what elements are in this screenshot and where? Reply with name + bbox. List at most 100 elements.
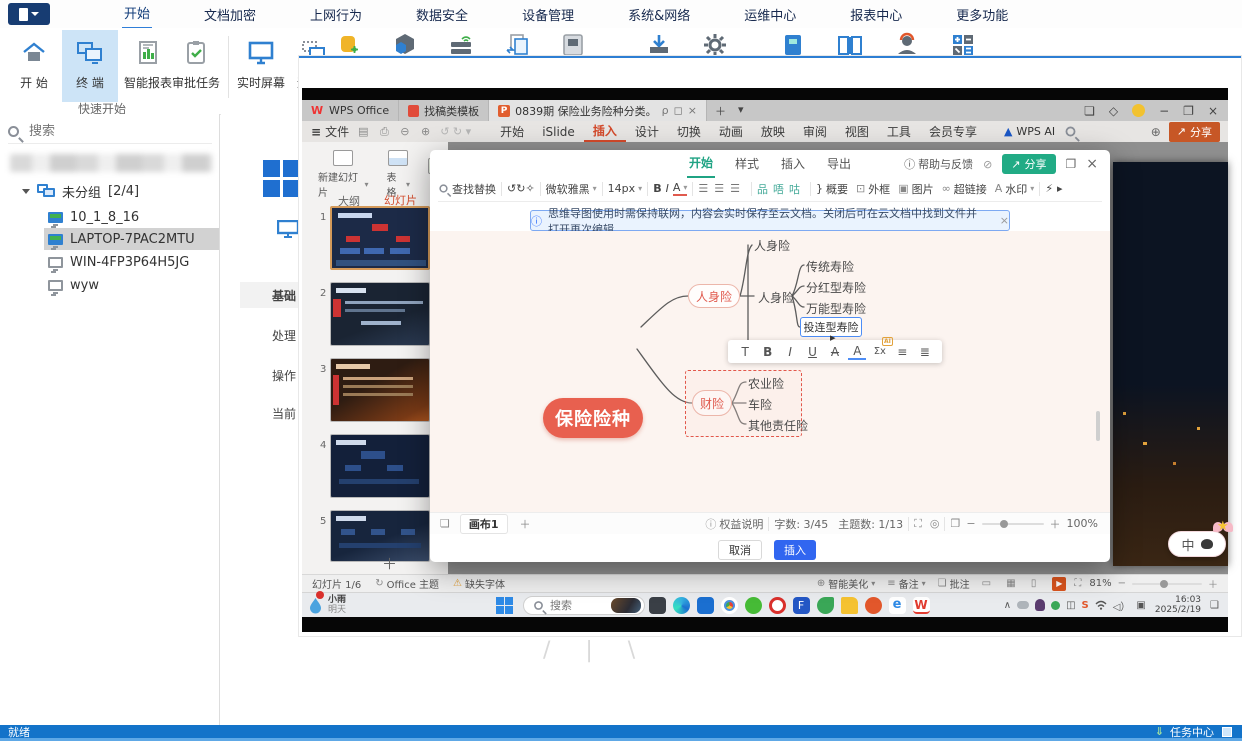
summary-button[interactable]: } 概要 [816, 181, 848, 197]
rights-info[interactable]: ⓘ 权益说明 [705, 516, 763, 532]
taskbar-search[interactable]: 搜索 [523, 595, 646, 615]
mindmap-node[interactable]: 人身险 [754, 237, 790, 254]
zoom-in-button[interactable]: ＋ [1050, 516, 1061, 532]
tab-list-caret[interactable]: ▾ [734, 100, 748, 121]
red-app-icon[interactable] [864, 596, 882, 614]
add-canvas-button[interactable]: ＋ [520, 516, 531, 532]
ribbon-home-button[interactable]: 开 始 [6, 30, 62, 102]
bold-button[interactable]: B [653, 182, 661, 195]
cancel-button[interactable]: 取消 [718, 540, 762, 560]
wps-search-icon[interactable] [1065, 126, 1076, 137]
tree-group-unassigned[interactable]: 未分组 [2/4] [22, 180, 139, 202]
quick-access-icons[interactable]: ▤ ⎙ ⊖ ⊕ [358, 125, 434, 139]
menu-item-web-behavior[interactable]: 上网行为 [308, 0, 364, 29]
toolbar-overflow-icon[interactable]: ▸ [1057, 182, 1063, 195]
book-icon[interactable] [780, 32, 806, 58]
text-style-button[interactable]: T [736, 345, 754, 359]
dialog-close-icon[interactable]: × [1086, 156, 1098, 172]
view-mode-icons[interactable]: ▭ ▦ ▯ [982, 578, 1043, 589]
wps-share-button[interactable]: ↗ 分享 [1168, 121, 1220, 142]
mindmap-node[interactable]: 人身险 [758, 289, 794, 306]
support-agent-icon[interactable] [894, 32, 920, 58]
zoom-level[interactable]: 81% [1089, 578, 1111, 589]
font-color-button[interactable]: A ▾ [672, 181, 688, 196]
chevron-down-icon[interactable] [22, 188, 30, 194]
mindmap-node[interactable]: 传统寿险 [806, 258, 854, 275]
skin-icon[interactable]: ◇ [1109, 104, 1118, 118]
mindmap-branch-property[interactable]: 财险 [692, 390, 732, 416]
comment-bubble-icon[interactable]: ◻ [674, 104, 683, 117]
bullet-list-button[interactable]: ≡ [893, 345, 911, 359]
font-color-button[interactable]: A [848, 344, 867, 360]
wechat-icon[interactable] [744, 596, 762, 614]
mindmap-root-node[interactable]: 保险险种 [543, 398, 643, 438]
menu-item-home[interactable]: 开始 [122, 0, 153, 30]
fit-view-icon[interactable]: ⛶ [914, 517, 922, 531]
mindmap-node[interactable]: 其他责任险 [748, 417, 808, 434]
wps-menu-view[interactable]: 视图 [836, 123, 878, 140]
restore-button[interactable]: ❐ [1183, 104, 1194, 118]
edge-icon[interactable] [672, 596, 690, 614]
layers-icon[interactable]: ❏ [440, 517, 450, 530]
store-icon[interactable] [696, 596, 714, 614]
tab-close-icon[interactable]: × [688, 104, 697, 117]
ribbon-live-screen-button[interactable]: 实时屏幕 [232, 30, 290, 102]
menu-item-report-center[interactable]: 报表中心 [848, 0, 904, 29]
leaf-app-icon[interactable] [816, 596, 834, 614]
device-row[interactable]: WIN-4FP3P64H5JG [48, 251, 189, 273]
dialog-tab-export[interactable]: 导出 [825, 150, 853, 177]
smart-beautify-button[interactable]: ⊕ 智能美化 ▾ [817, 576, 875, 591]
popout-icon[interactable]: ❐ [1066, 157, 1077, 171]
mindmap-node[interactable]: 车险 [748, 396, 772, 413]
mindmap-node[interactable]: 分红型寿险 [806, 279, 866, 296]
zoom-in-button[interactable]: ＋ [1208, 576, 1218, 591]
dialog-tab-style[interactable]: 样式 [733, 150, 761, 177]
locate-icon[interactable]: ◎ [930, 517, 940, 530]
wps-menu-start[interactable]: 开始 [491, 123, 533, 140]
italic-button[interactable]: I [781, 345, 799, 359]
zoom-slider[interactable] [1132, 579, 1202, 588]
wps-menu-design[interactable]: 设计 [626, 123, 668, 140]
search-input[interactable] [27, 123, 177, 140]
windows-start-button[interactable] [496, 596, 514, 614]
menu-item-device-mgmt[interactable]: 设备管理 [520, 0, 576, 29]
ie-icon[interactable]: e [888, 596, 906, 614]
image-button[interactable]: ▣ 图片 [898, 181, 933, 197]
underline-button[interactable]: U [804, 345, 822, 359]
opera-icon[interactable] [768, 596, 786, 614]
server-wifi-icon[interactable] [448, 32, 474, 58]
avatar[interactable] [1132, 104, 1146, 117]
slide-thumbnail-5[interactable] [330, 510, 430, 562]
menu-item-doc-encrypt[interactable]: 文档加密 [202, 0, 258, 29]
assistant-mascot[interactable]: 中 ★ [1168, 520, 1233, 557]
app-logo-button[interactable] [8, 3, 50, 25]
italic-button[interactable]: I [666, 182, 669, 195]
strikethrough-button[interactable]: A [826, 345, 844, 359]
slide-thumbnail-2[interactable] [330, 282, 430, 346]
taskview-icon[interactable] [648, 596, 666, 614]
play-slideshow-button[interactable]: ▶ [1052, 576, 1067, 591]
ribbon-approval-button[interactable]: 审批任务 [166, 30, 226, 102]
menu-item-more[interactable]: 更多功能 [954, 0, 1010, 29]
zoom-out-button[interactable]: − [1118, 578, 1126, 589]
download-icon[interactable] [646, 32, 672, 58]
slide-thumbnail-3[interactable] [330, 358, 430, 422]
menu-item-sys-network[interactable]: 系统&网络 [626, 0, 692, 29]
collab-user-icon[interactable]: ρ [662, 104, 669, 117]
weather-widget[interactable]: 小雨 明天 [308, 591, 346, 615]
wps-menu-review[interactable]: 审阅 [794, 123, 836, 140]
wps-ai-button[interactable]: ▲ WPS AI [1004, 125, 1055, 138]
insert-node-icons[interactable]: 品唔咕 [757, 181, 805, 197]
slide-thumbnail-1[interactable] [330, 206, 430, 270]
device-row[interactable]: 10_1_8_16 [48, 206, 139, 228]
hyperlink-button[interactable]: ∞ 超链接 [942, 181, 987, 197]
wps-menu-tools[interactable]: 工具 [878, 123, 920, 140]
canvas-scrollbar[interactable] [1096, 411, 1100, 441]
insert-button[interactable]: 插入 [774, 540, 816, 560]
more-tools-icon[interactable]: ⚡ [1045, 182, 1053, 195]
frame-button[interactable]: ⊡ 外框 [856, 181, 890, 197]
camera-tray-icon[interactable]: ▣ [1136, 600, 1145, 611]
mute-icon[interactable]: ⊘ [983, 158, 992, 171]
chrome-icon[interactable] [720, 596, 738, 614]
wps-menu-islide[interactable]: iSlide [533, 125, 584, 139]
